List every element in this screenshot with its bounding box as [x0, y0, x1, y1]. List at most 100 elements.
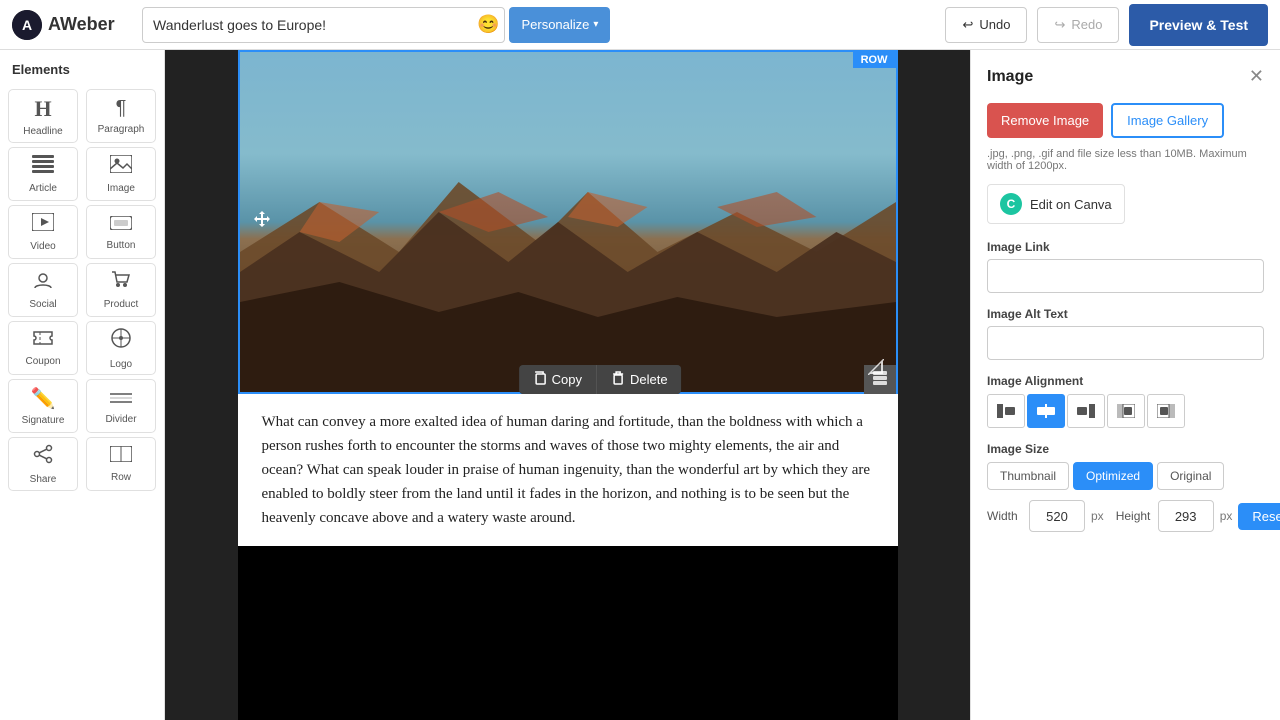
align-center-button[interactable]: [1027, 394, 1065, 428]
preview-test-button[interactable]: Preview & Test: [1129, 4, 1268, 46]
text-block: What can convey a more exalted idea of h…: [238, 394, 898, 546]
sidebar-item-coupon[interactable]: Coupon: [8, 321, 78, 375]
logo-label: Logo: [110, 359, 132, 370]
sidebar-item-signature[interactable]: ✏️ Signature: [8, 379, 78, 433]
file-hint: .jpg, .png, .gif and file size less than…: [987, 148, 1264, 172]
sidebar-item-share[interactable]: Share: [8, 437, 78, 491]
svg-text:A: A: [22, 17, 32, 33]
image-link-label: Image Link: [987, 240, 1264, 254]
align-left-inner-button[interactable]: [1107, 394, 1145, 428]
sidebar-item-paragraph[interactable]: ¶ Paragraph: [86, 89, 156, 143]
width-label: Width: [987, 509, 1023, 523]
image-alt-input[interactable]: [987, 326, 1264, 360]
divider-label: Divider: [105, 414, 136, 425]
logo-icon-elem: [110, 327, 132, 355]
sidebar-item-image[interactable]: Image: [86, 147, 156, 201]
size-optimized-button[interactable]: Optimized: [1073, 462, 1153, 490]
height-unit: px: [1220, 509, 1233, 523]
close-panel-button[interactable]: ✕: [1249, 66, 1264, 87]
social-label: Social: [29, 299, 56, 310]
delete-button[interactable]: Delete: [597, 365, 682, 394]
sidebar-item-product[interactable]: Product: [86, 263, 156, 317]
logo: A AWeber: [12, 10, 132, 40]
right-panel: Image ✕ Remove Image Image Gallery .jpg,…: [970, 50, 1280, 720]
resize-handle[interactable]: [868, 359, 884, 380]
article-icon: [32, 155, 54, 179]
copy-button[interactable]: Copy: [519, 365, 597, 394]
width-unit: px: [1091, 509, 1104, 523]
sidebar-item-logo[interactable]: Logo: [86, 321, 156, 375]
reset-button[interactable]: Reset: [1238, 503, 1280, 530]
size-original-button[interactable]: Original: [1157, 462, 1224, 490]
width-input[interactable]: [1029, 500, 1085, 532]
social-icon: [32, 271, 54, 295]
row-icon: [110, 445, 132, 468]
image-label: Image: [107, 183, 135, 194]
sidebar-item-headline[interactable]: H Headline: [8, 89, 78, 143]
product-label: Product: [104, 299, 138, 310]
height-input[interactable]: [1158, 500, 1214, 532]
element-row-1: H Headline ¶ Paragraph: [8, 89, 156, 143]
personalize-button[interactable]: Personalize ▾: [509, 7, 610, 43]
size-section: Image Size Thumbnail Optimized Original …: [987, 442, 1264, 532]
remove-image-button[interactable]: Remove Image: [987, 103, 1103, 138]
video-label: Video: [30, 241, 55, 252]
sidebar-item-video[interactable]: Video: [8, 205, 78, 259]
coupon-icon: [32, 329, 54, 352]
signature-label: Signature: [22, 415, 65, 426]
chevron-down-icon: ▾: [593, 19, 598, 30]
paragraph-icon: ¶: [116, 97, 127, 120]
sidebar: Elements H Headline ¶ Paragraph Article: [0, 50, 165, 720]
image-action-buttons: Remove Image Image Gallery: [987, 103, 1264, 138]
image-link-input[interactable]: [987, 259, 1264, 293]
copy-icon: [533, 371, 547, 388]
sidebar-item-divider[interactable]: Divider: [86, 379, 156, 433]
paragraph-label: Paragraph: [98, 124, 145, 135]
main-layout: Elements H Headline ¶ Paragraph Article: [0, 50, 1280, 720]
height-label: Height: [1116, 509, 1152, 523]
share-label: Share: [30, 474, 57, 485]
redo-button[interactable]: ↪ Redo: [1037, 7, 1119, 43]
element-row-7: Share Row: [8, 437, 156, 491]
align-right-inner-button[interactable]: [1147, 394, 1185, 428]
canva-button[interactable]: C Edit on Canva: [987, 184, 1125, 224]
sidebar-item-button[interactable]: Button: [86, 205, 156, 259]
alignment-section: Image Alignment: [987, 374, 1264, 428]
align-left-outer-button[interactable]: [987, 394, 1025, 428]
sidebar-item-row[interactable]: Row: [86, 437, 156, 491]
element-row-5: Coupon Logo: [8, 321, 156, 375]
divider-icon: [110, 387, 132, 410]
emoji-button[interactable]: 😊: [477, 14, 499, 35]
dimensions-row: Width px Height px Reset: [987, 500, 1264, 532]
headline-icon: H: [34, 96, 51, 122]
image-icon: [110, 155, 132, 179]
sidebar-title: Elements: [8, 62, 156, 77]
image-alt-section: Image Alt Text: [987, 307, 1264, 360]
undo-button[interactable]: ↩ Undo: [945, 7, 1027, 43]
panel-title: Image: [987, 68, 1033, 86]
email-canvas: ROW: [238, 50, 898, 720]
image-block[interactable]: ROW: [238, 50, 898, 394]
delete-icon: [611, 371, 625, 388]
canva-label: Edit on Canva: [1030, 197, 1112, 212]
align-right-outer-button[interactable]: [1067, 394, 1105, 428]
redo-icon: ↪: [1054, 17, 1065, 33]
move-handle[interactable]: [252, 209, 272, 235]
size-label: Image Size: [987, 442, 1264, 456]
undo-icon: ↩: [962, 17, 973, 33]
image-alt-label: Image Alt Text: [987, 307, 1264, 321]
coupon-label: Coupon: [25, 356, 60, 367]
sidebar-item-social[interactable]: Social: [8, 263, 78, 317]
float-toolbar: Copy Delete: [519, 365, 682, 394]
canvas-area: ROW: [165, 50, 970, 720]
button-icon: [110, 213, 132, 236]
sidebar-item-article[interactable]: Article: [8, 147, 78, 201]
share-icon: [33, 444, 53, 470]
image-gallery-button[interactable]: Image Gallery: [1111, 103, 1224, 138]
size-thumbnail-button[interactable]: Thumbnail: [987, 462, 1069, 490]
align-buttons: [987, 394, 1264, 428]
element-row-3: Video Button: [8, 205, 156, 259]
article-label: Article: [29, 183, 57, 194]
subject-input[interactable]: [142, 7, 505, 43]
topbar: A AWeber 😊 Personalize ▾ ↩ Undo ↪ Redo P…: [0, 0, 1280, 50]
